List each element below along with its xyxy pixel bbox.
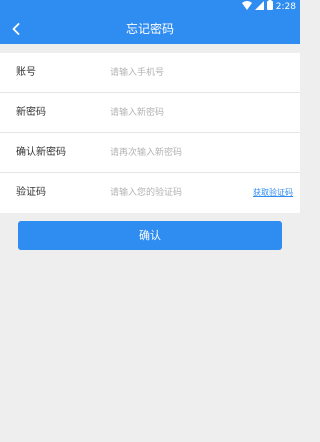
new-password-label: 新密码 — [16, 107, 46, 118]
confirm-button[interactable]: 确认 — [18, 221, 282, 250]
account-label: 账号 — [16, 67, 36, 78]
code-label: 验证码 — [16, 187, 46, 198]
wifi-icon — [241, 0, 252, 14]
confirm-password-row: 确认新密码 — [0, 133, 300, 173]
status-bar: 2:28 — [0, 0, 300, 14]
account-row: 账号 — [0, 53, 300, 93]
status-icons: 2:28 — [241, 0, 296, 14]
confirm-password-input[interactable] — [110, 143, 238, 163]
reset-password-form: 账号 新密码 确认新密码 验证码 获取验证码 — [0, 53, 300, 213]
status-time: 2:28 — [275, 2, 296, 12]
new-password-input[interactable] — [110, 103, 238, 123]
battery-icon — [266, 0, 273, 14]
confirm-password-label: 确认新密码 — [16, 147, 66, 158]
app-bar: 忘记密码 — [0, 14, 300, 44]
signal-icon — [254, 0, 264, 14]
page-title: 忘记密码 — [125, 22, 174, 36]
new-password-row: 新密码 — [0, 93, 300, 133]
code-input[interactable] — [110, 183, 238, 203]
account-input[interactable] — [110, 63, 238, 83]
get-code-link[interactable]: 获取验证码 — [253, 173, 293, 213]
code-row: 验证码 获取验证码 — [0, 173, 300, 213]
